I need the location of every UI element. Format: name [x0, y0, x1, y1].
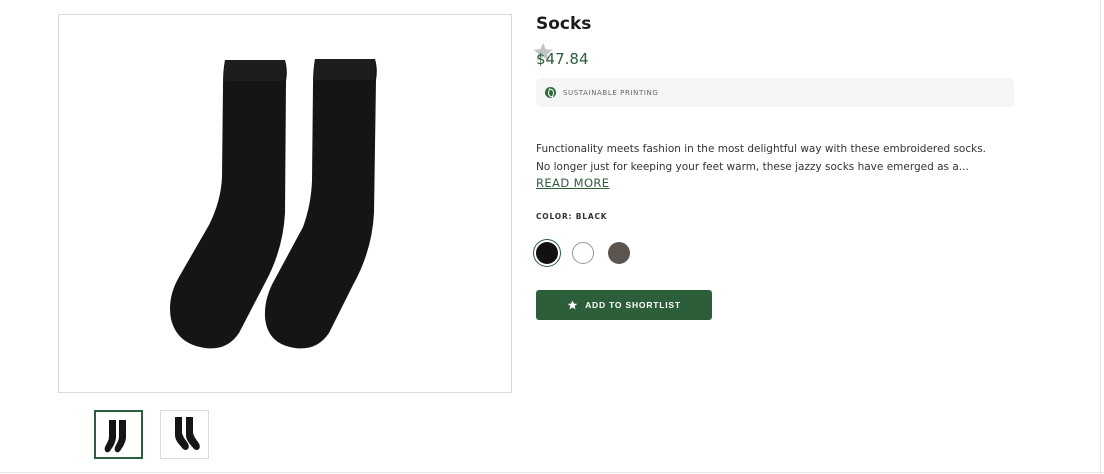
shortlist-label: ADD TO SHORTLIST	[585, 300, 681, 310]
socks-image	[170, 59, 377, 349]
product-description: Functionality meets fashion in the most …	[536, 140, 1016, 176]
thumbnail-socks-side-image	[175, 417, 200, 450]
thumbnail-strip	[94, 410, 209, 459]
product-page: Socks $47.84 SUSTAINABLE PRINTING Functi…	[0, 0, 1104, 474]
product-price: $47.84	[536, 50, 589, 68]
swatch-white[interactable]	[572, 242, 594, 264]
color-label: COLOR: BLACK	[536, 212, 608, 221]
read-more-link[interactable]: READ MORE	[536, 176, 609, 190]
thumbnail-1[interactable]	[94, 410, 143, 459]
product-title: Socks	[536, 14, 592, 34]
swatch-black[interactable]	[536, 242, 558, 264]
thumbnail-socks-front-image	[104, 420, 126, 453]
divider	[1100, 0, 1101, 474]
add-to-shortlist-button[interactable]: ADD TO SHORTLIST	[536, 290, 712, 320]
color-swatches	[536, 242, 630, 264]
star-icon	[567, 298, 578, 313]
description-line: Functionality meets fashion in the most …	[536, 143, 987, 155]
thumbnail-2[interactable]	[160, 410, 209, 459]
description-line: No longer just for keeping your feet war…	[536, 161, 969, 173]
main-product-image[interactable]	[58, 14, 553, 393]
leaf-icon	[545, 87, 556, 98]
divider	[0, 472, 1104, 473]
swatch-charcoal[interactable]	[608, 242, 630, 264]
badge-label: SUSTAINABLE PRINTING	[563, 88, 659, 97]
sustainable-printing-badge: SUSTAINABLE PRINTING	[536, 78, 1014, 107]
